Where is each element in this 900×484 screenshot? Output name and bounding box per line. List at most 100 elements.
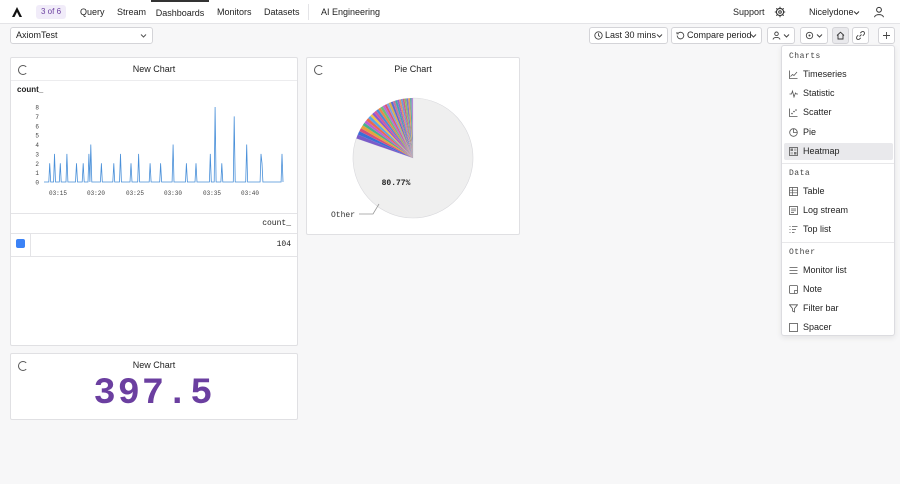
home-button[interactable]	[832, 27, 849, 44]
line-chart-panel: New Chart count_ 8 7 6 5 4 3 2 1 0 03:15 03:20 03:2…	[10, 57, 298, 346]
x-tick-label: 03:20	[87, 190, 105, 197]
chevron-down-icon	[656, 34, 663, 38]
y-tick-label: 2	[35, 161, 39, 168]
user-icon	[772, 31, 781, 40]
menu-item-label: Monitor list	[803, 264, 847, 275]
dataset-select[interactable]: AxiomTest	[10, 27, 153, 44]
x-tick-label: 03:40	[241, 190, 259, 197]
nav-support[interactable]: Support	[733, 0, 765, 24]
user-account-icon[interactable]	[873, 6, 885, 18]
compare-period-button[interactable]: Compare period	[671, 27, 762, 44]
menu-item-monitor-list[interactable]: Monitor list	[784, 262, 893, 279]
menu-divider	[782, 241, 894, 243]
dashboard-counter-badge[interactable]: 3 of 6	[36, 5, 67, 19]
menu-section-charts: Charts	[789, 52, 821, 61]
menu-item-label: Pie	[803, 126, 817, 137]
x-tick-label: 03:35	[203, 190, 221, 197]
timeseries-icon	[789, 70, 798, 79]
nav-stream[interactable]: Stream	[117, 0, 146, 24]
line-chart[interactable]: 8 7 6 5 4 3 2 1 0 03:15 03:20 03:25 03:30 03:35 03:40	[11, 100, 299, 202]
refresh-button[interactable]	[800, 27, 828, 44]
menu-item-label: Heatmap	[803, 145, 840, 156]
chevron-down-icon	[783, 34, 790, 38]
x-tick-label: 03:15	[49, 190, 67, 197]
y-tick-label: 1	[35, 170, 39, 177]
x-tick-label: 03:30	[164, 190, 182, 197]
top-list-icon	[789, 226, 798, 234]
panel-title: Pie Chart	[394, 64, 432, 74]
menu-item-label: Top list	[803, 224, 832, 235]
axiom-logo-icon[interactable]	[11, 6, 23, 18]
table-bottom-border	[11, 256, 297, 257]
pie-chart[interactable]: 80.77% Other	[307, 80, 519, 234]
menu-item-label: Timeseries	[803, 69, 847, 79]
statistic-panel: New Chart 397.5	[10, 353, 298, 420]
panel-title: New Chart	[132, 360, 176, 370]
nav-monitors[interactable]: Monitors	[217, 0, 252, 24]
time-range-label: Last 30 mins	[605, 30, 657, 40]
y-tick-label: 0	[35, 180, 39, 187]
org-switcher[interactable]: Nicelydone	[809, 0, 854, 24]
y-tick-label: 4	[35, 142, 39, 149]
menu-item-log-stream[interactable]: Log stream	[784, 202, 893, 219]
time-range-button[interactable]: Last 30 mins	[589, 27, 668, 44]
menu-item-label: Statistic	[803, 88, 835, 99]
monitor-list-icon	[789, 266, 798, 274]
menu-item-statistic[interactable]: Statistic	[784, 85, 893, 102]
menu-item-label: Filter bar	[803, 303, 839, 313]
nav-ai-engineering[interactable]: AI Engineering	[321, 0, 380, 24]
link-icon	[856, 31, 865, 40]
nav-query[interactable]: Query	[80, 0, 105, 24]
note-icon	[789, 284, 798, 294]
pie-slice-label: Other	[331, 211, 355, 220]
panel-divider	[11, 80, 297, 81]
dataset-select-value: AxiomTest	[16, 30, 58, 40]
menu-item-table[interactable]: Table	[784, 183, 893, 200]
settings-gear-icon[interactable]	[774, 6, 786, 18]
statistic-icon	[789, 89, 798, 99]
chevron-down-icon[interactable]	[853, 9, 860, 16]
series-checkbox[interactable]	[16, 239, 25, 248]
nav-dashboards[interactable]: Dashboards	[151, 0, 209, 24]
table-cell-value: 104	[276, 240, 291, 249]
spacer-icon	[789, 323, 798, 333]
menu-item-pie[interactable]: Pie	[784, 124, 893, 141]
menu-item-note[interactable]: Note	[784, 281, 893, 298]
menu-item-label: Log stream	[803, 205, 849, 216]
menu-item-timeseries[interactable]: Timeseries	[784, 66, 893, 83]
scatter-icon	[789, 108, 798, 118]
share-link-button[interactable]	[852, 27, 869, 44]
menu-item-label: Spacer	[803, 322, 832, 333]
refresh-icon	[805, 31, 814, 40]
dashboard-toolbar: AxiomTest Last 30 mins Compare period	[0, 24, 900, 48]
log-stream-icon	[789, 206, 798, 216]
user-filter-button[interactable]	[767, 27, 795, 44]
menu-item-heatmap[interactable]: Heatmap	[784, 142, 893, 160]
menu-section-other: Other	[789, 247, 816, 257]
series-line-count	[44, 106, 284, 183]
cell-divider	[30, 234, 31, 256]
y-tick-label: 3	[35, 151, 39, 158]
panel-title: New Chart	[132, 64, 176, 74]
menu-item-scatter[interactable]: Scatter	[784, 104, 893, 121]
nav-datasets[interactable]: Datasets	[264, 0, 300, 24]
pie-icon	[789, 127, 798, 137]
table-row[interactable]: 104	[11, 234, 297, 256]
filter-bar-icon	[789, 304, 798, 313]
table-header-count: count_	[262, 219, 291, 228]
y-tick-label: 7	[35, 114, 39, 121]
menu-item-label: Table	[803, 186, 825, 196]
history-icon	[676, 31, 685, 40]
pie-percent-label: 80.77%	[382, 179, 411, 188]
top-navigation: 3 of 6 Query Stream Dashboards Monitors …	[0, 0, 900, 24]
menu-section-data: Data	[789, 169, 811, 178]
compare-period-label: Compare period	[687, 30, 752, 40]
series-label: count_	[17, 85, 44, 94]
y-tick-label: 6	[35, 123, 39, 130]
menu-item-top-list[interactable]: Top list	[784, 221, 893, 238]
x-tick-label: 03:25	[126, 190, 144, 197]
pie-chart-panel: Pie Chart 80.77% Other	[306, 57, 520, 235]
add-element-button[interactable]	[878, 27, 895, 44]
menu-item-spacer[interactable]: Spacer	[784, 319, 893, 336]
menu-item-filter-bar[interactable]: Filter bar	[784, 300, 893, 317]
